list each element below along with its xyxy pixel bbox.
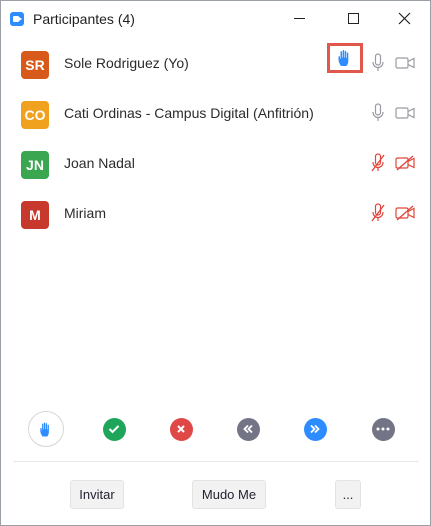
reactions-bar	[1, 411, 430, 451]
mic-button[interactable]	[366, 51, 390, 75]
participant-row[interactable]: M Miriam	[1, 191, 430, 239]
faster-button[interactable]	[297, 411, 333, 447]
close-icon	[398, 12, 410, 24]
avatar: JN	[21, 151, 49, 179]
more-button[interactable]: ...	[335, 480, 361, 509]
window-title: Participantes (4)	[33, 11, 135, 27]
avatar: CO	[21, 101, 49, 129]
video-button[interactable]	[393, 51, 417, 75]
video-camera-off-icon	[395, 205, 415, 221]
raise-hand-button[interactable]	[28, 411, 64, 447]
mic-button[interactable]	[366, 101, 390, 125]
raised-hand-icon	[338, 50, 349, 66]
participant-row[interactable]: CO Cati Ordinas - Campus Digital (Anfitr…	[1, 91, 430, 139]
title-bar: Participantes (4)	[1, 1, 430, 35]
yes-button[interactable]	[96, 411, 132, 447]
maximize-button[interactable]	[330, 1, 376, 35]
microphone-icon	[372, 103, 384, 121]
participant-name: Sole Rodriguez (Yo)	[64, 55, 189, 71]
footer-divider	[13, 461, 419, 462]
mic-button[interactable]	[366, 151, 390, 175]
no-button[interactable]	[163, 411, 199, 447]
yes-icon	[108, 425, 120, 434]
participant-name: Miriam	[64, 205, 106, 221]
video-camera-icon	[395, 57, 415, 69]
faster-icon	[310, 424, 320, 434]
microphone-muted-icon	[371, 153, 385, 172]
mute-me-button[interactable]: Mudo Me	[192, 480, 266, 509]
participant-name: Joan Nadal	[64, 155, 135, 171]
minimize-icon	[293, 17, 305, 19]
participant-name: Cati Ordinas - Campus Digital (Anfitrión…	[64, 105, 314, 121]
avatar: SR	[21, 51, 49, 79]
raised-hand-indicator[interactable]	[327, 43, 363, 73]
avatar: M	[21, 201, 49, 229]
video-camera-icon	[395, 107, 415, 119]
zoom-app-icon	[10, 12, 24, 26]
raise-hand-icon	[40, 422, 49, 436]
participant-row[interactable]: SR Sole Rodriguez (Yo)	[1, 41, 430, 89]
mic-button[interactable]	[366, 201, 390, 225]
participant-row[interactable]: JN Joan Nadal	[1, 141, 430, 189]
more-icon	[376, 427, 390, 431]
microphone-muted-icon	[371, 203, 385, 222]
maximize-icon	[347, 12, 359, 24]
video-button[interactable]	[393, 201, 417, 225]
minimize-button[interactable]	[276, 1, 322, 35]
participants-window: Participantes (4) SR Sole Rodriguez (Yo)	[0, 0, 431, 526]
slower-icon	[243, 424, 253, 434]
no-icon	[177, 425, 185, 433]
video-button[interactable]	[393, 101, 417, 125]
slower-button[interactable]	[230, 411, 266, 447]
close-button[interactable]	[381, 1, 427, 35]
video-camera-off-icon	[395, 155, 415, 171]
microphone-icon	[372, 53, 384, 71]
more-reactions-button[interactable]	[365, 411, 401, 447]
invite-button[interactable]: Invitar	[70, 480, 124, 509]
video-button[interactable]	[393, 151, 417, 175]
